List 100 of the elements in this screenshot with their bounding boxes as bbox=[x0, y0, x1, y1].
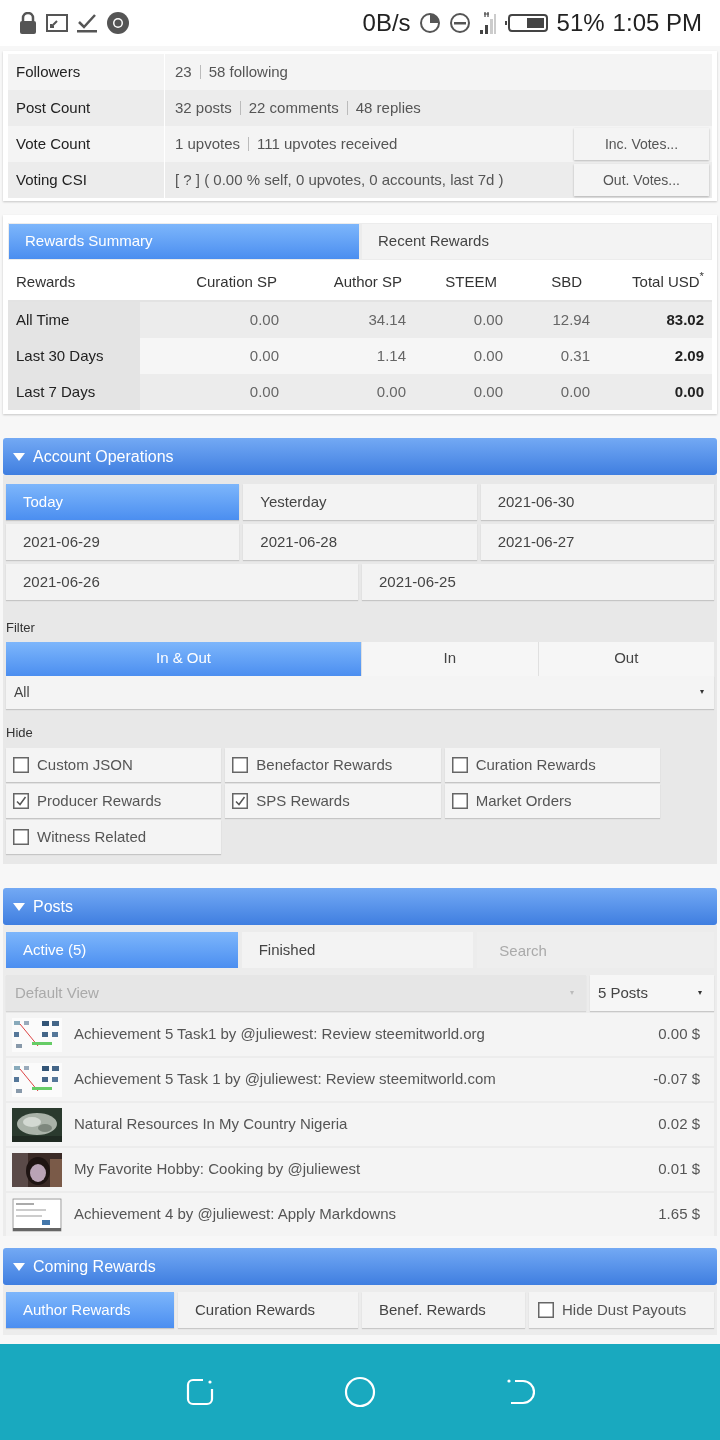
post-payout: 0.01 $ bbox=[658, 1159, 700, 1180]
post-payout: 0.00 $ bbox=[658, 1024, 700, 1045]
hide-label: Hide bbox=[6, 723, 33, 742]
count-dropdown[interactable]: 5 Posts bbox=[590, 975, 714, 1011]
home-icon[interactable] bbox=[344, 1376, 376, 1408]
post-payout: 1.65 $ bbox=[658, 1204, 700, 1225]
post-title: Achievement 4 by @juliewest: Apply Markdowns bbox=[74, 1204, 398, 1225]
checkbox[interactable] bbox=[451, 757, 468, 773]
stat-value: 23 bbox=[175, 61, 192, 82]
battery-percent: 51% bbox=[556, 8, 605, 38]
votes-button[interactable]: Inc. Votes... bbox=[574, 128, 709, 160]
network-speed: 0B/s bbox=[362, 8, 411, 38]
table-cell-text: 0.00 bbox=[248, 381, 280, 402]
hide-dust-option[interactable]: Hide Dust Payouts bbox=[529, 1292, 714, 1328]
checkbox[interactable] bbox=[232, 757, 249, 773]
table-cell-text: 2.09 bbox=[673, 345, 705, 366]
hide-option[interactable]: Producer Rewards bbox=[6, 784, 222, 818]
stat-value: 111 upvotes received bbox=[257, 133, 398, 154]
post-title: Achievement 5 Task1 by @juliewest: Review steemitworld.org bbox=[74, 1024, 486, 1045]
rewards-tab[interactable]: Recent Rewards bbox=[362, 224, 711, 259]
filter-tab[interactable]: In bbox=[362, 641, 538, 676]
checkbox[interactable] bbox=[13, 829, 29, 845]
hide-option[interactable]: Witness Related bbox=[6, 820, 222, 854]
checkbox[interactable] bbox=[538, 1302, 554, 1318]
browser-icon bbox=[106, 11, 130, 35]
posts-tab[interactable]: Finished bbox=[241, 932, 474, 968]
download-check-icon bbox=[76, 13, 98, 33]
table-cell-text: 0.00 bbox=[375, 381, 407, 402]
votes-button[interactable]: Out. Votes... bbox=[574, 164, 709, 196]
stat-value: 32 posts bbox=[175, 97, 232, 118]
checkbox[interactable] bbox=[13, 757, 29, 773]
table-cell-text: 0.00 bbox=[673, 381, 705, 402]
back-icon[interactable] bbox=[505, 1377, 536, 1407]
table-cell-text: 0.00 bbox=[472, 309, 504, 330]
post-row[interactable]: Achievement 5 Task 1 by @juliewest: Review steemitworld.com -0.07 $ bbox=[6, 1058, 714, 1101]
post-row[interactable]: Achievement 5 Task1 by @juliewest: Review steemitworld.org 0.00 $ bbox=[6, 1013, 714, 1056]
hide-option[interactable]: Market Orders bbox=[444, 784, 660, 818]
dropdown-arrow-icon bbox=[698, 991, 702, 995]
column-header: Rewards bbox=[15, 271, 77, 292]
column-header: SBD bbox=[550, 271, 583, 292]
post-row[interactable]: Achievement 4 by @juliewest: Apply Markdowns 1.65 $ bbox=[6, 1193, 714, 1236]
checkbox[interactable] bbox=[13, 793, 29, 809]
dropdown-arrow-icon bbox=[570, 991, 574, 995]
hide-option[interactable]: Benefactor Rewards bbox=[225, 748, 441, 782]
day-tab[interactable]: 2021-06-30 bbox=[480, 484, 714, 520]
stat-value: 48 replies bbox=[355, 97, 421, 118]
column-header: Total USD$^{*}$ bbox=[631, 269, 705, 292]
column-header: STEEM bbox=[444, 271, 498, 292]
table-cell-text: 0.00 bbox=[472, 381, 504, 402]
checkbox[interactable] bbox=[232, 793, 249, 809]
stat-value: 1 upvotes bbox=[175, 133, 241, 154]
post-row[interactable]: Natural Resources In My Country Nigeria 0.02 $ bbox=[6, 1103, 714, 1146]
stat-value: [ ? ] ( 0.00 % self, 0 upvotes, 0 accounts, last 7d ) bbox=[175, 169, 504, 190]
day-tab[interactable]: Yesterday bbox=[243, 484, 477, 520]
day-tab[interactable]: 2021-06-27 bbox=[480, 524, 714, 560]
column-header: Curation SP bbox=[195, 271, 278, 292]
dropdown-arrow-icon bbox=[700, 690, 704, 694]
day-tab[interactable]: 2021-06-28 bbox=[243, 524, 477, 560]
data-saver-icon bbox=[418, 12, 441, 34]
filter-tab[interactable]: Out bbox=[538, 641, 714, 676]
hide-option[interactable]: Custom JSON bbox=[6, 748, 222, 782]
table-cell-text: 0.00 bbox=[248, 309, 280, 330]
post-row[interactable]: My Favorite Hobby: Cooking by @juliewest 0.01 $ bbox=[6, 1148, 714, 1191]
day-tab[interactable]: 2021-06-25 bbox=[362, 564, 714, 600]
reward-tab[interactable]: Benef. Rewards bbox=[362, 1292, 525, 1328]
table-cell-text: 34.14 bbox=[367, 309, 407, 330]
type-dropdown[interactable]: All bbox=[6, 675, 714, 709]
table-cell: All Time bbox=[8, 302, 140, 338]
post-title: My Favorite Hobby: Cooking by @juliewest bbox=[74, 1159, 362, 1180]
reward-tab[interactable]: Curation Rewards bbox=[178, 1292, 358, 1328]
hide-option[interactable]: Curation Rewards bbox=[444, 748, 660, 782]
battery-icon bbox=[504, 13, 549, 33]
clock-time: 1:05 PM bbox=[612, 8, 702, 38]
post-payout: 0.02 $ bbox=[658, 1114, 700, 1135]
table-cell-text: 0.00 bbox=[248, 345, 280, 366]
do-not-disturb-icon bbox=[448, 12, 471, 34]
table-cell-text: 12.94 bbox=[551, 309, 591, 330]
hide-option[interactable]: SPS Rewards bbox=[225, 784, 441, 818]
column-header: Author SP bbox=[332, 271, 403, 292]
post-title: Achievement 5 Task 1 by @juliewest: Review steemitworld.com bbox=[74, 1069, 497, 1090]
table-cell-text: 0.00 bbox=[559, 381, 591, 402]
post-title: Natural Resources In My Country Nigeria bbox=[74, 1114, 349, 1135]
row-label: Voting CSI bbox=[8, 162, 165, 198]
post-payout: -0.07 $ bbox=[653, 1069, 700, 1090]
table-cell-text: 83.02 bbox=[665, 309, 705, 330]
table-cell-text: 0.31 bbox=[559, 345, 591, 366]
recent-apps-icon[interactable] bbox=[184, 1377, 215, 1407]
table-cell: Last 7 Days bbox=[8, 374, 140, 410]
stat-value: 58 following bbox=[208, 61, 288, 82]
filter-label: Filter bbox=[6, 619, 35, 637]
lock-icon bbox=[18, 12, 38, 34]
day-tab[interactable]: 2021-06-26 bbox=[6, 564, 358, 600]
stat-value: 22 comments bbox=[248, 97, 339, 118]
checkbox[interactable] bbox=[451, 793, 468, 809]
table-cell-text: 0.00 bbox=[472, 345, 504, 366]
cast-icon bbox=[46, 13, 68, 33]
day-tab[interactable]: 2021-06-29 bbox=[6, 524, 240, 560]
table-cell-text: 1.14 bbox=[375, 345, 407, 366]
signal-icon bbox=[478, 10, 497, 36]
table-cell: Last 30 Days bbox=[8, 338, 140, 374]
